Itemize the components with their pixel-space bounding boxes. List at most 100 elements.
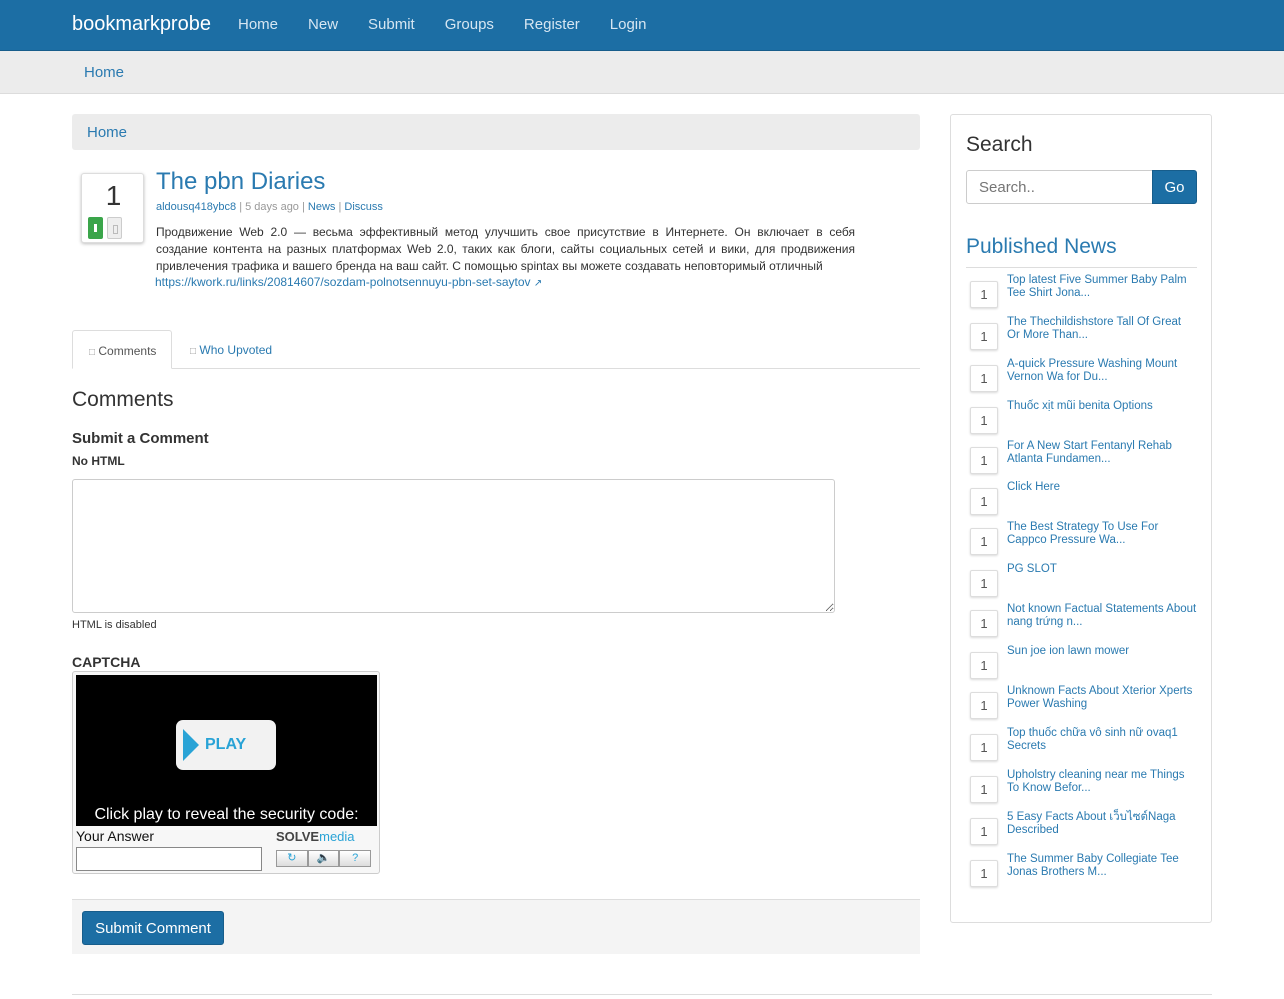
published-item-votes: 1: [970, 734, 998, 761]
published-item-link[interactable]: Thuốc xịt mũi benita Options: [1007, 400, 1197, 413]
published-item-votes: 1: [970, 860, 998, 887]
post-title[interactable]: The pbn Diaries: [156, 168, 325, 196]
refresh-icon[interactable]: ↻: [276, 850, 308, 867]
published-item-votes: 1: [970, 610, 998, 637]
comment-icon: □: [89, 347, 96, 358]
captcha-play-button[interactable]: PLAY: [176, 720, 276, 770]
published-item-link[interactable]: Not known Factual Statements About nang …: [1007, 603, 1197, 629]
published-item[interactable]: 1 The Best Strategy To Use For Cappco Pr…: [970, 521, 1200, 568]
published-item-link[interactable]: The Thechildishstore Tall Of Great Or Mo…: [1007, 316, 1197, 342]
captcha-answer-input[interactable]: [76, 847, 262, 871]
published-item-link[interactable]: PG SLOT: [1007, 563, 1197, 576]
vote-box: 1: [81, 173, 144, 243]
published-item-votes: 1: [970, 281, 998, 308]
tab-who-upvoted-label: Who Upvoted: [199, 343, 273, 357]
solvemedia-logo: SOLVEmedia: [276, 829, 355, 844]
nav-menu: Home New Submit Groups Register Login: [238, 16, 646, 33]
submit-comment-heading: Submit a Comment: [72, 430, 209, 447]
upvote-button[interactable]: [88, 217, 103, 239]
downvote-button[interactable]: [107, 217, 122, 239]
published-item[interactable]: 1 Top thuốc chữa vô sinh nữ ovaq1 Secret…: [970, 727, 1200, 774]
submit-area: Submit Comment: [72, 899, 920, 954]
nav-submit[interactable]: Submit: [368, 16, 415, 33]
captcha-widget: PLAY Click play to reveal the security c…: [72, 671, 380, 874]
vote-count: 1: [105, 180, 122, 211]
published-item-link[interactable]: Top thuốc chữa vô sinh nữ ovaq1 Secrets: [1007, 727, 1197, 753]
published-item-link[interactable]: Sun joe ion lawn mower: [1007, 645, 1197, 658]
published-item-votes: 1: [970, 528, 998, 555]
captcha-controls: ↻ 🔈 ?: [276, 850, 372, 867]
published-item[interactable]: 1 Not known Factual Statements About nan…: [970, 603, 1200, 650]
published-item-link[interactable]: Click Here: [1007, 481, 1197, 494]
breadcrumb-home-link[interactable]: Home: [87, 124, 127, 141]
post-age: 5 days ago: [245, 201, 299, 213]
html-disabled-note: HTML is disabled: [72, 619, 157, 631]
post-author-link[interactable]: aldousq418ybc8: [156, 201, 236, 213]
published-item[interactable]: 1 The Summer Baby Collegiate Tee Jonas B…: [970, 853, 1200, 900]
published-item[interactable]: 1 The Thechildishstore Tall Of Great Or …: [970, 316, 1200, 363]
published-item-votes: 1: [970, 323, 998, 350]
captcha-prompt: Click play to reveal the security code:: [94, 806, 359, 823]
sidebar: Search Go Published News 1 Top latest Fi…: [950, 114, 1212, 923]
nav-new[interactable]: New: [308, 16, 338, 33]
footer-divider: [72, 994, 1212, 995]
published-item[interactable]: 1 Top latest Five Summer Baby Palm Tee S…: [970, 274, 1200, 321]
help-icon[interactable]: ?: [339, 850, 372, 867]
no-html-label: No HTML: [72, 454, 125, 468]
comments-heading: Comments: [72, 388, 174, 411]
published-item-link[interactable]: The Summer Baby Collegiate Tee Jonas Bro…: [1007, 853, 1197, 879]
published-news-heading: Published News: [966, 235, 1117, 258]
search-go-button[interactable]: Go: [1152, 170, 1197, 204]
sidebar-divider: [966, 267, 1197, 268]
published-item[interactable]: 1 5 Easy Facts About เว็บไซต์Naga Descri…: [970, 811, 1200, 858]
upvote-icon: □: [190, 346, 197, 357]
breadcrumb: Home: [72, 114, 920, 150]
subbar-home-link[interactable]: Home: [84, 64, 124, 81]
play-label: PLAY: [205, 736, 247, 753]
captcha-label: CAPTCHA: [72, 654, 141, 670]
published-item-link[interactable]: For A New Start Fentanyl Rehab Atlanta F…: [1007, 440, 1197, 466]
published-item[interactable]: 1 Unknown Facts About Xterior Xperts Pow…: [970, 685, 1200, 732]
published-item-link[interactable]: 5 Easy Facts About เว็บไซต์Naga Describe…: [1007, 811, 1197, 837]
external-link-icon: ↗: [533, 278, 543, 289]
published-item-link[interactable]: Unknown Facts About Xterior Xperts Power…: [1007, 685, 1197, 711]
top-navbar: bookmarkprobe Home New Submit Groups Reg…: [0, 0, 1284, 51]
post-tabs: □ Comments □ Who Upvoted: [72, 330, 920, 369]
published-item-votes: 1: [970, 447, 998, 474]
audio-icon[interactable]: 🔈: [307, 850, 340, 867]
nav-home[interactable]: Home: [238, 16, 278, 33]
tab-comments-label: Comments: [98, 344, 157, 358]
published-item-votes: 1: [970, 407, 998, 434]
post-external-link-row: https://kwork.ru/links/20814607/sozdam-p…: [155, 275, 542, 289]
published-item-votes: 1: [970, 818, 998, 845]
published-item[interactable]: 1 Upholstry cleaning near me Things To K…: [970, 769, 1200, 816]
published-item-votes: 1: [970, 652, 998, 679]
published-item-link[interactable]: Top latest Five Summer Baby Palm Tee Shi…: [1007, 274, 1197, 300]
sub-header: Home: [0, 51, 1284, 94]
published-item-link[interactable]: The Best Strategy To Use For Cappco Pres…: [1007, 521, 1197, 547]
post-external-link[interactable]: https://kwork.ru/links/20814607/sozdam-p…: [155, 275, 531, 289]
nav-login[interactable]: Login: [610, 16, 647, 33]
site-brand[interactable]: bookmarkprobe: [72, 13, 211, 36]
published-item-link[interactable]: A-quick Pressure Washing Mount Vernon Wa…: [1007, 358, 1197, 384]
captcha-answer-label: Your Answer: [76, 828, 155, 844]
published-item-votes: 1: [970, 776, 998, 803]
published-item-link[interactable]: Upholstry cleaning near me Things To Kno…: [1007, 769, 1197, 795]
published-item-votes: 1: [970, 488, 998, 515]
post-discuss-link[interactable]: Discuss: [344, 201, 383, 213]
tab-comments[interactable]: □ Comments: [72, 330, 172, 369]
nav-register[interactable]: Register: [524, 16, 580, 33]
captcha-video: PLAY Click play to reveal the security c…: [76, 675, 377, 826]
nav-groups[interactable]: Groups: [445, 16, 494, 33]
post-meta: aldousq418ybc8 | 5 days ago | News | Dis…: [156, 201, 383, 213]
post-category-link[interactable]: News: [308, 201, 336, 213]
search-input[interactable]: [966, 170, 1153, 204]
play-icon: [183, 729, 199, 761]
post-body: Продвижение Web 2.0 — весьма эффективный…: [156, 225, 855, 273]
published-item[interactable]: 1 A-quick Pressure Washing Mount Vernon …: [970, 358, 1200, 405]
published-item-votes: 1: [970, 570, 998, 597]
comment-textarea[interactable]: [72, 479, 835, 613]
tab-who-upvoted[interactable]: □ Who Upvoted: [190, 343, 272, 357]
sidebar-search-heading: Search: [966, 133, 1033, 156]
submit-comment-button[interactable]: Submit Comment: [82, 911, 224, 945]
